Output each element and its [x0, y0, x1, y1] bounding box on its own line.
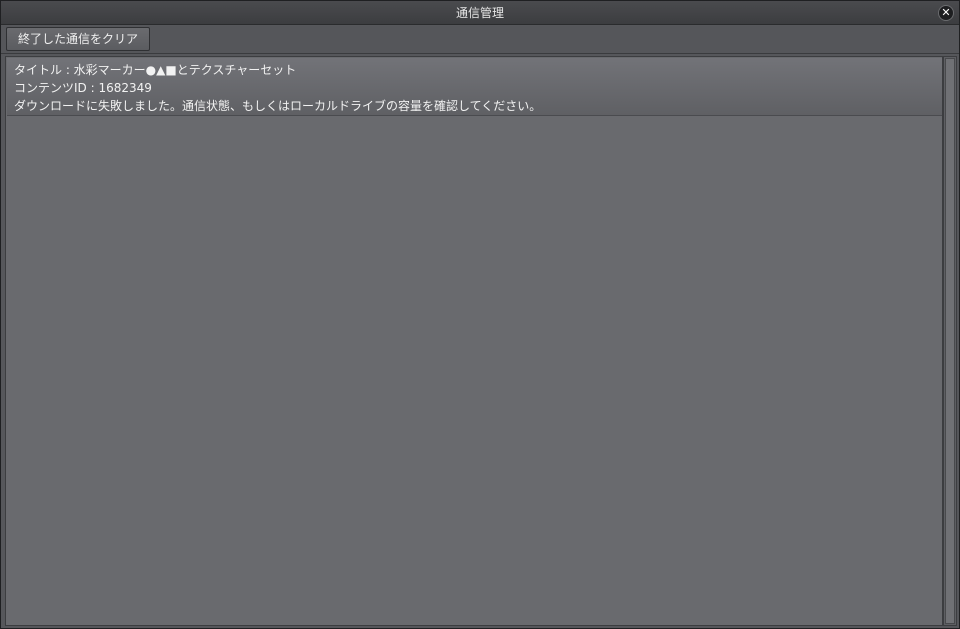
close-icon[interactable]: ✕: [938, 5, 954, 21]
title-bar[interactable]: 通信管理 ✕: [1, 1, 959, 25]
transfer-list: タイトル : 水彩マーカー●▲■とテクスチャーセット コンテンツID : 168…: [5, 56, 943, 626]
item-title: タイトル : 水彩マーカー●▲■とテクスチャーセット: [14, 63, 297, 77]
item-content-id: コンテンツID : 1682349: [14, 81, 152, 95]
list-item[interactable]: タイトル : 水彩マーカー●▲■とテクスチャーセット コンテンツID : 168…: [7, 58, 942, 116]
item-status-message: ダウンロードに失敗しました。通信状態、もしくはローカルドライブの容量を確認してく…: [14, 99, 542, 113]
vertical-scrollbar[interactable]: [943, 56, 957, 626]
communication-manager-window: 通信管理 ✕ 終了した通信をクリア タイトル : 水彩マーカー●▲■とテクスチャ…: [0, 0, 960, 629]
toolbar: 終了した通信をクリア: [1, 26, 959, 54]
window-title: 通信管理: [455, 6, 504, 20]
clear-finished-button[interactable]: 終了した通信をクリア: [6, 27, 151, 51]
scrollbar-thumb[interactable]: [945, 58, 955, 624]
